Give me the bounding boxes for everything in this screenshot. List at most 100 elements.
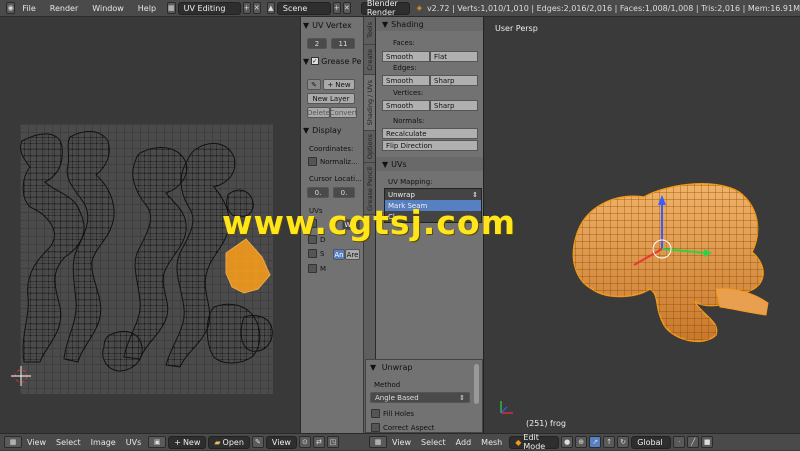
editor-type-icon[interactable]: ▦ — [369, 436, 387, 448]
view3d-menu-view[interactable]: View — [387, 438, 416, 447]
remove-scene-icon[interactable]: ✕ — [342, 2, 351, 14]
coordinates-label: Coordinates: — [309, 145, 354, 153]
add-screen-icon[interactable]: + — [242, 2, 251, 14]
uv-view-select[interactable]: View — [265, 435, 297, 449]
uv-menu-view[interactable]: View — [22, 438, 51, 447]
vertices-label: Vertices: — [393, 89, 424, 97]
uv-menu-uvs[interactable]: UVs — [121, 438, 147, 447]
edges-sharp-button[interactable]: Sharp — [430, 75, 478, 86]
method-select[interactable]: Angle Based ⇕ — [370, 392, 470, 403]
translate-icon[interactable]: ↑ — [603, 436, 616, 448]
faces-label: Faces: — [393, 39, 415, 47]
3d-view-header: ▦ View Select Add Mesh ◆ Edit Mode ● ⊕ ↗… — [365, 433, 800, 451]
view3d-menu-select[interactable]: Select — [416, 438, 451, 447]
vertices-sharp-button[interactable]: Sharp — [430, 100, 478, 111]
scene-stats: v2.72 | Verts:1,010/1,010 | Edges:2,016/… — [426, 3, 800, 13]
edges-label: Edges: — [393, 64, 417, 72]
recalculate-button[interactable]: Recalculate — [382, 128, 478, 139]
render-engine-select[interactable]: Blender Render — [360, 0, 410, 17]
uv-editor-header: ▦ View Select Image UVs ▣ + New ▰ Open ✎… — [0, 433, 365, 450]
open-image-button[interactable]: ▰ Open — [208, 435, 250, 449]
m-label: M — [320, 265, 327, 273]
plus-icon: + — [174, 437, 181, 447]
checkbox-icon[interactable]: ✓ — [311, 57, 320, 65]
new-layer-button[interactable]: New Layer — [307, 93, 355, 104]
screen-layout-field[interactable]: UV Editing — [177, 1, 241, 15]
edges-smooth-button[interactable]: Smooth — [382, 75, 430, 86]
blender-logo-icon[interactable]: ◉ — [6, 2, 16, 14]
are-toggle[interactable]: Are — [345, 249, 360, 260]
uv-vertex-field-a[interactable]: 2 — [307, 38, 327, 49]
pivot-point-icon[interactable]: ⊕ — [575, 436, 588, 448]
s-checkbox[interactable] — [308, 249, 317, 258]
s-label: S — [320, 250, 325, 258]
flip-direction-button[interactable]: Flip Direction — [382, 140, 478, 151]
orientation-select[interactable]: Global — [631, 435, 672, 449]
collapse-triangle-icon: ▼ — [303, 20, 310, 30]
vertices-smooth-button[interactable]: Smooth — [382, 100, 430, 111]
pivot-icon[interactable]: ⊙ — [298, 436, 311, 448]
scene-field[interactable]: Scene — [276, 1, 331, 15]
manipulator-icon[interactable]: ↗ — [589, 436, 602, 448]
edge-select-icon[interactable]: ╱ — [687, 436, 700, 448]
view3d-menu-mesh[interactable]: Mesh — [476, 438, 507, 447]
new-image-button[interactable]: + New — [168, 435, 207, 449]
dropdown-arrows-icon: ⇕ — [459, 393, 465, 402]
pin-icon[interactable]: ✎ — [251, 436, 264, 448]
menu-file[interactable]: File — [15, 4, 42, 13]
top-menu-bar: ◉ File Render Window Help ▦ UV Editing +… — [0, 0, 800, 17]
menu-help[interactable]: Help — [131, 4, 163, 13]
face-select-icon[interactable]: ■ — [701, 436, 714, 448]
screen-layout-icon[interactable]: ▦ — [167, 2, 176, 14]
select-mode-icon[interactable]: ◳ — [326, 436, 339, 448]
view3d-menu-add[interactable]: Add — [451, 438, 477, 447]
mode-select[interactable]: ◆ Edit Mode — [509, 433, 560, 451]
panel-scrollbar[interactable] — [474, 364, 479, 404]
uv-vertex-field-b[interactable]: 11 — [331, 38, 355, 49]
plus-icon: + — [327, 80, 334, 89]
cursor-x-field[interactable]: 0. — [307, 187, 329, 198]
uvs-panel-header[interactable]: ▼ UVs — [376, 157, 484, 171]
method-label: Method — [374, 381, 401, 389]
add-scene-icon[interactable]: + — [332, 2, 341, 14]
axis-icon — [500, 401, 513, 414]
normals-label: Normals: — [393, 117, 425, 125]
menu-window[interactable]: Window — [85, 4, 131, 13]
sync-icon[interactable]: ⇄ — [312, 436, 325, 448]
unwrap-menu-item[interactable]: Unwrap ⇕ — [385, 189, 481, 200]
delete-button[interactable]: Delete — [307, 107, 330, 118]
collapse-triangle-icon: ▼ — [303, 125, 310, 135]
uv-vertex-panel-header[interactable]: ▼ UV Vertex — [303, 19, 362, 31]
cursor-y-field[interactable]: 0. — [333, 187, 355, 198]
faces-smooth-button[interactable]: Smooth — [382, 51, 430, 62]
watermark: www.cgtsj.com — [222, 203, 516, 242]
uv-menu-select[interactable]: Select — [51, 438, 86, 447]
uv-menu-image[interactable]: Image — [86, 438, 121, 447]
image-browse-icon[interactable]: ▣ — [148, 436, 167, 448]
rotate-icon[interactable]: ↻ — [617, 436, 630, 448]
normalized-checkbox[interactable] — [308, 157, 317, 166]
faces-flat-button[interactable]: Flat — [430, 51, 478, 62]
collapse-triangle-icon: ▼ — [370, 363, 377, 372]
shading-panel-header[interactable]: ▼ Shading — [376, 17, 484, 31]
an-toggle[interactable]: An — [333, 249, 345, 260]
pencil-icon[interactable]: ✎ — [307, 79, 321, 90]
editor-type-icon[interactable]: ▦ — [4, 436, 22, 448]
convert-button[interactable]: Convert — [330, 107, 357, 118]
scene-icon[interactable]: ▲ — [266, 2, 275, 14]
viewport-shading-icon[interactable]: ● — [561, 436, 574, 448]
folder-icon: ▰ — [214, 437, 221, 447]
m-checkbox[interactable] — [308, 264, 317, 273]
remove-screen-icon[interactable]: ✕ — [252, 2, 261, 14]
3d-viewport[interactable]: User Persp (251) frog — [483, 17, 800, 433]
frog-mesh[interactable] — [484, 17, 800, 433]
display-panel-header[interactable]: ▼ Display — [303, 124, 362, 136]
menu-render[interactable]: Render — [43, 4, 85, 13]
gp-new-button[interactable]: + New — [323, 79, 355, 90]
unwrap-panel-header[interactable]: ▼ Unwrap — [370, 363, 412, 372]
grease-pencil-panel-header[interactable]: ▼ ✓ Grease Pe — [303, 55, 362, 67]
fill-holes-checkbox[interactable] — [371, 409, 380, 418]
vertex-select-icon[interactable]: · — [673, 436, 686, 448]
correct-aspect-checkbox[interactable] — [371, 423, 380, 432]
cursor-location-label: Cursor Locati... — [309, 175, 362, 183]
